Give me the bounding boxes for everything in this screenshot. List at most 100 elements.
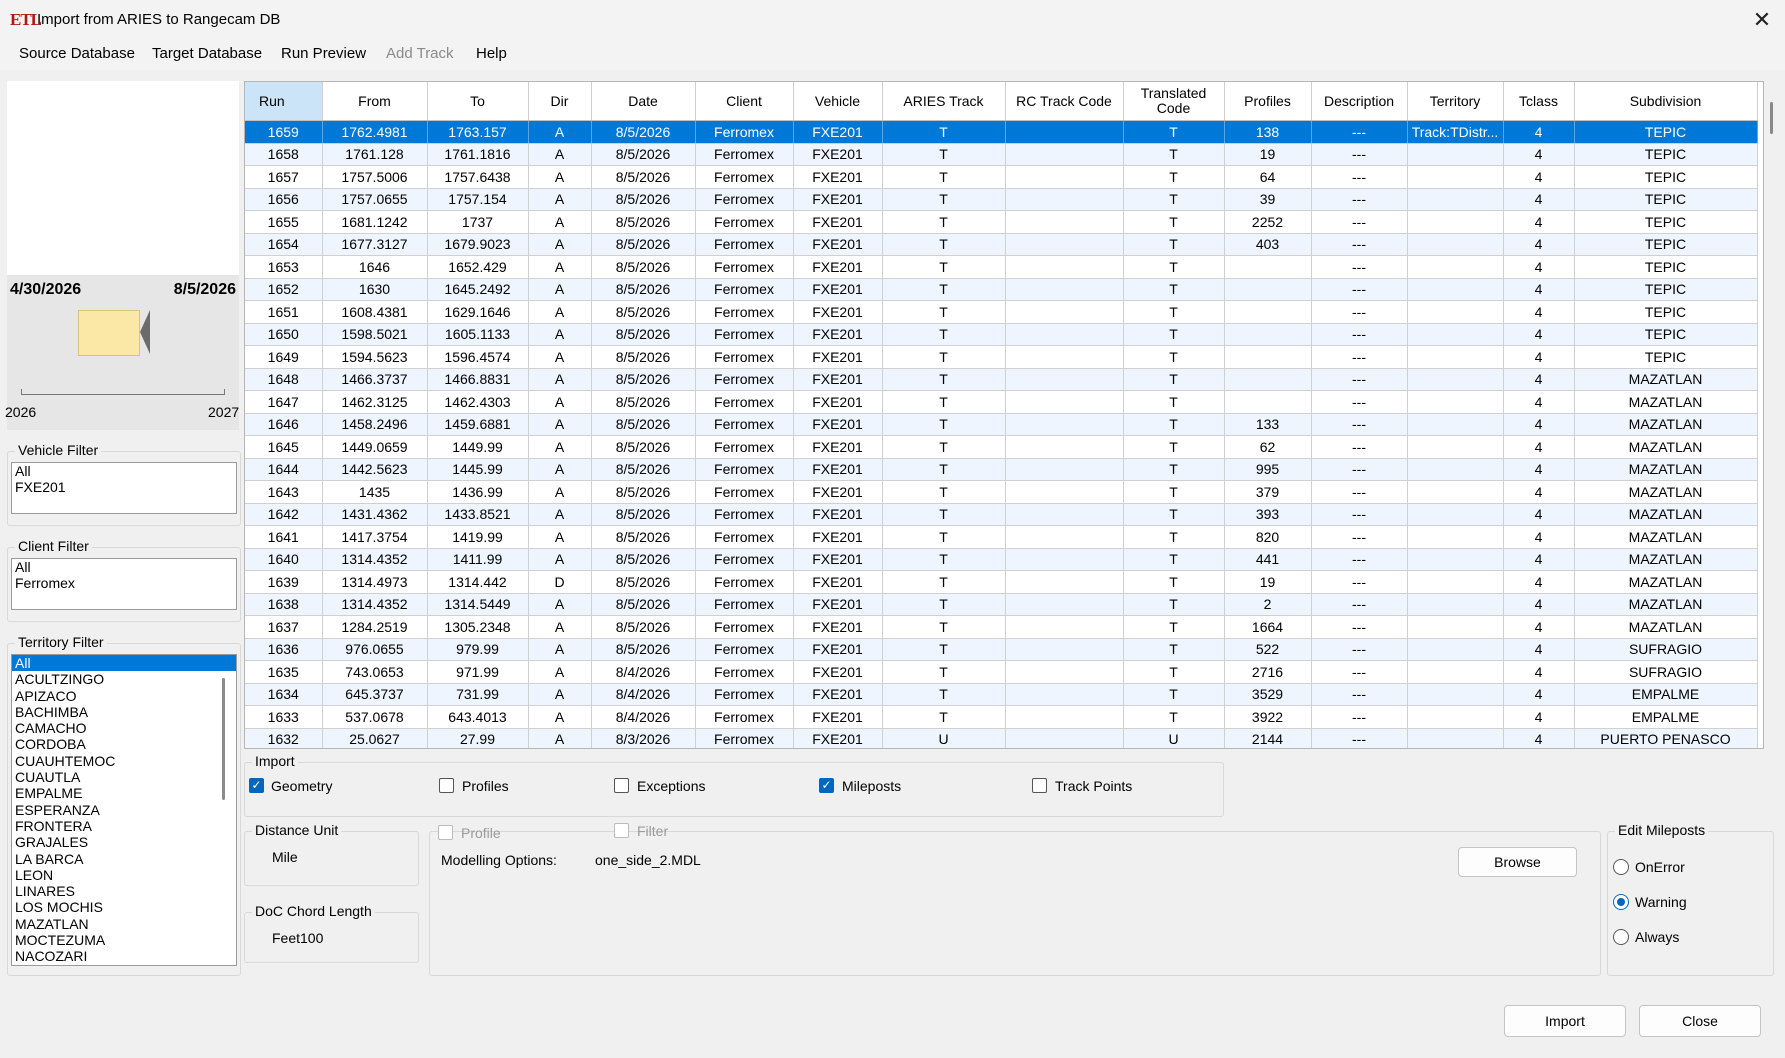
table-row[interactable]: 1636 976.0655 979.99 A 8/5/2026 Ferromex FXE20… (245, 638, 1758, 661)
onerror-radio[interactable] (1613, 859, 1629, 875)
cell-to: 1419.99 (427, 525, 529, 549)
column-header-to[interactable]: To (427, 82, 529, 121)
table-row[interactable]: 1647 1462.3125 1462.4303 A 8/5/2026 Ferromex F… (245, 390, 1758, 414)
menu-target-database[interactable]: Target Database (152, 45, 262, 62)
grid-scrollbar-thumb[interactable] (1770, 102, 1773, 134)
table-row[interactable]: 1649 1594.5623 1596.4574 A 8/5/2026 Ferromex F… (245, 345, 1758, 369)
browse-button[interactable]: Browse (1458, 847, 1577, 877)
column-header-client[interactable]: Client (695, 82, 794, 121)
column-header-run[interactable]: Run (245, 82, 323, 121)
list-item[interactable]: LOS MOCHIS (12, 899, 236, 915)
table-row[interactable]: 1639 1314.4973 1314.442 D 8/5/2026 Ferromex FX… (245, 570, 1758, 594)
table-row[interactable]: 1659 1762.4981 1763.157 A 8/5/2026 Ferromex FX… (245, 120, 1758, 144)
list-item[interactable]: FRONTERA (12, 818, 236, 834)
table-row[interactable]: 1646 1458.2496 1459.6881 A 8/5/2026 Ferromex F… (245, 413, 1758, 436)
close-window-icon[interactable]: ✕ (1748, 6, 1776, 34)
exceptions-checkbox[interactable] (614, 778, 629, 793)
geometry-checkbox[interactable]: ✓ (249, 778, 264, 793)
list-item[interactable]: MAZATLAN (12, 916, 236, 932)
list-item[interactable]: APIZACO (12, 688, 236, 704)
table-row[interactable]: 1642 1431.4362 1433.8521 A 8/5/2026 Ferromex F… (245, 503, 1758, 526)
profile-checkbox[interactable] (438, 825, 453, 840)
column-header-dir[interactable]: Dir (528, 82, 592, 121)
territory-filter-list[interactable]: All ACULTZINGO APIZACO BACHIMBA CAMACHO CORDO… (11, 654, 237, 966)
list-item[interactable]: CUAUHTEMOC (12, 753, 236, 769)
table-row[interactable]: 1650 1598.5021 1605.1133 A 8/5/2026 Ferromex F… (245, 323, 1758, 346)
timeline-range-selection[interactable] (78, 310, 140, 356)
list-item[interactable]: CAMACHO (12, 720, 236, 736)
table-row[interactable]: 1643 1435 1436.99 A 8/5/2026 Ferromex FXE201 T T… (245, 480, 1758, 504)
list-item[interactable]: EMPALME (12, 785, 236, 801)
list-item[interactable]: CORDOBA (12, 736, 236, 752)
list-item[interactable]: ACULTZINGO (12, 671, 236, 687)
table-row[interactable]: 1648 1466.3737 1466.8831 A 8/5/2026 Ferromex F… (245, 368, 1758, 391)
list-item[interactable]: All (12, 559, 236, 575)
list-item[interactable]: LINARES (12, 883, 236, 899)
import-button[interactable]: Import (1504, 1005, 1626, 1037)
menu-source-database[interactable]: Source Database (19, 45, 135, 62)
column-header-territory[interactable]: Territory (1407, 82, 1504, 121)
column-header-profiles[interactable]: Profiles (1224, 82, 1312, 121)
cell-tclass: 4 (1503, 300, 1575, 324)
table-row[interactable]: 1633 537.0678 643.4013 A 8/4/2026 Ferromex FXE… (245, 705, 1758, 729)
warning-radio[interactable] (1613, 894, 1629, 910)
menu-add-track[interactable]: Add Track (386, 45, 454, 62)
date-range-timeline[interactable]: 4/30/2026 8/5/2026 2026 2027 (5, 275, 239, 430)
menu-help[interactable]: Help (476, 45, 507, 62)
list-item[interactable]: GRAJALES (12, 834, 236, 850)
mileposts-checkbox[interactable]: ✓ (819, 778, 834, 793)
list-item[interactable]: LEON (12, 867, 236, 883)
table-row[interactable]: 1640 1314.4352 1411.99 A 8/5/2026 Ferromex FXE… (245, 548, 1758, 571)
table-row[interactable]: 1654 1677.3127 1679.9023 A 8/5/2026 Ferromex F… (245, 233, 1758, 256)
menu-run-preview[interactable]: Run Preview (281, 45, 366, 62)
table-row[interactable]: 1632 25.0627 27.99 A 8/3/2026 Ferromex FXE201 U… (245, 728, 1758, 748)
list-item[interactable]: Ferromex (12, 575, 236, 591)
filter-checkbox[interactable] (614, 823, 629, 838)
list-item[interactable]: MOCTEZUMA (12, 932, 236, 948)
list-item[interactable]: BACHIMBA (12, 704, 236, 720)
column-header-from[interactable]: From (322, 82, 428, 121)
table-row[interactable]: 1634 645.3737 731.99 A 8/4/2026 Ferromex FXE20… (245, 683, 1758, 706)
table-row[interactable]: 1637 1284.2519 1305.2348 A 8/5/2026 Ferromex F… (245, 615, 1758, 639)
column-header-description[interactable]: Description (1311, 82, 1408, 121)
column-header-translated-code[interactable]: Translated Code (1123, 82, 1225, 121)
list-item[interactable]: All (12, 463, 236, 479)
column-header-rc-track-code[interactable]: RC Track Code (1005, 82, 1124, 121)
track-points-checkbox[interactable] (1032, 778, 1047, 793)
runs-grid[interactable]: Run From To Dir Date Client Vehicle ARIES Track… (244, 81, 1764, 749)
table-row[interactable]: 1652 1630 1645.2492 A 8/5/2026 Ferromex FXE201… (245, 278, 1758, 301)
vehicle-filter-list[interactable]: All FXE201 (11, 462, 237, 514)
cell-subdivision: MAZATLAN (1574, 548, 1758, 571)
list-item[interactable]: All (12, 655, 236, 672)
table-row[interactable]: 1641 1417.3754 1419.99 A 8/5/2026 Ferromex FXE… (245, 525, 1758, 549)
profiles-checkbox[interactable] (439, 778, 454, 793)
table-row[interactable]: 1644 1442.5623 1445.99 A 8/5/2026 Ferromex FXE… (245, 458, 1758, 481)
list-item[interactable]: ESPERANZA (12, 802, 236, 818)
list-item[interactable]: LA BARCA (12, 851, 236, 867)
table-row[interactable]: 1651 1608.4381 1629.1646 A 8/5/2026 Ferromex F… (245, 300, 1758, 324)
table-row[interactable]: 1657 1757.5006 1757.6438 A 8/5/2026 Ferromex F… (245, 165, 1758, 189)
column-header-date[interactable]: Date (591, 82, 696, 121)
client-filter-list[interactable]: All Ferromex (11, 558, 237, 610)
range-handle-right-icon[interactable] (140, 310, 150, 354)
list-item[interactable]: CUAUTLA (12, 769, 236, 785)
table-row[interactable]: 1656 1757.0655 1757.154 A 8/5/2026 Ferromex FX… (245, 188, 1758, 211)
distance-unit-value[interactable]: Mile (272, 849, 298, 865)
table-row[interactable]: 1655 1681.1242 1737 A 8/5/2026 Ferromex FXE201… (245, 210, 1758, 234)
always-radio[interactable] (1613, 929, 1629, 945)
table-row[interactable]: 1635 743.0653 971.99 A 8/4/2026 Ferromex FXE20… (245, 660, 1758, 684)
column-header-aries-track[interactable]: ARIES Track (882, 82, 1006, 121)
column-header-subdivision[interactable]: Subdivision (1574, 82, 1758, 121)
list-item[interactable]: NACOZARI (12, 948, 236, 964)
column-header-vehicle[interactable]: Vehicle (793, 82, 883, 121)
table-row[interactable]: 1653 1646 1652.429 A 8/5/2026 Ferromex FXE201 T… (245, 255, 1758, 279)
column-header-tclass[interactable]: Tclass (1503, 82, 1575, 121)
table-row[interactable]: 1645 1449.0659 1449.99 A 8/5/2026 Ferromex FXE… (245, 435, 1758, 459)
table-row[interactable]: 1658 1761.128 1761.1816 A 8/5/2026 Ferromex FX… (245, 143, 1758, 166)
doc-chord-value[interactable]: Feet100 (272, 930, 323, 946)
territory-scrollbar-thumb[interactable] (222, 678, 225, 800)
calendar-area[interactable] (7, 81, 239, 275)
table-row[interactable]: 1638 1314.4352 1314.5449 A 8/5/2026 Ferromex F… (245, 593, 1758, 616)
close-button[interactable]: Close (1639, 1005, 1761, 1037)
list-item[interactable]: FXE201 (12, 479, 236, 495)
